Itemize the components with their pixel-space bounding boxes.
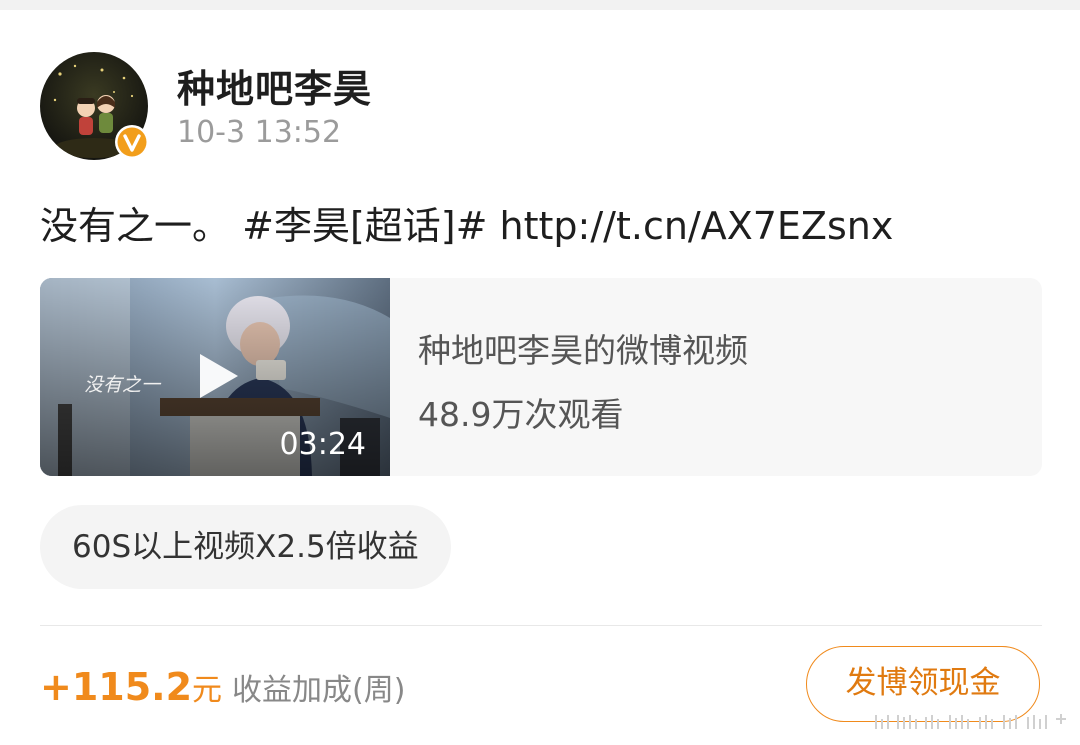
post-text: 没有之一。 #李昊[超话]# http://t.cn/AX7EZsnx <box>40 195 893 250</box>
verified-badge-icon <box>115 125 149 159</box>
short-url-link[interactable]: http://t.cn/AX7EZsnx <box>500 204 894 248</box>
divider <box>40 625 1042 626</box>
video-title: 种地吧李昊的微博视频 <box>418 331 748 370</box>
video-view-count: 48.9万次观看 <box>418 395 624 434</box>
promo-pill[interactable]: 60S以上视频X2.5倍收益 <box>40 505 451 589</box>
topic-link[interactable]: #李昊[超话]# <box>242 204 487 248</box>
earnings-label: 收益加成(周) <box>232 673 406 708</box>
avatar[interactable] <box>40 52 149 160</box>
video-overlay-caption: 没有之一 <box>84 374 161 396</box>
weibo-post-card: 种地吧李昊 10-3 13:52 没有之一。 #李昊[超话]# http://t… <box>0 10 1080 745</box>
post-timestamp: 10-3 13:52 <box>177 115 342 150</box>
video-thumbnail: 没有之一 03:24 <box>40 278 390 476</box>
video-duration: 03:24 <box>279 427 366 462</box>
author-name[interactable]: 种地吧李昊 <box>177 58 372 113</box>
play-icon[interactable] <box>190 348 246 404</box>
earnings-amount: +115.2 <box>40 665 193 709</box>
earnings-summary: +115.2元 收益加成(周) <box>40 665 405 709</box>
post-body: 没有之一。 <box>40 204 231 248</box>
earnings-unit: 元 <box>192 673 223 708</box>
video-card[interactable]: 没有之一 03:24 种地吧李昊的微博视频 48.9万次观看 <box>40 278 1042 476</box>
watermark-scribble <box>875 714 1066 729</box>
